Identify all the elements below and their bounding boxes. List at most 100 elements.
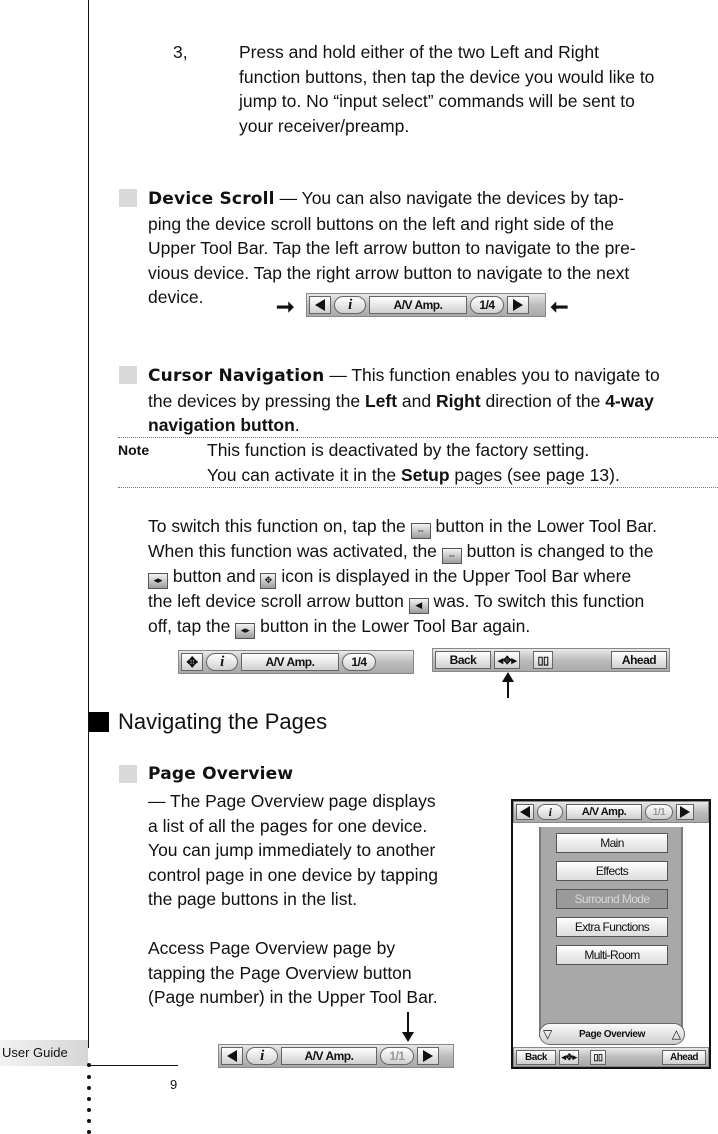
info-button[interactable]: i [206,653,238,671]
section-title: Navigating the Pages [118,709,328,734]
page-overview-button[interactable]: 1/1 [645,804,673,820]
page-button-extra-functions[interactable]: Extra Functions [556,917,668,937]
device-scroll-left-button[interactable] [309,296,331,314]
text-span: button is changed to the [461,541,654,561]
page-button-multi-room[interactable]: Multi-Room [556,945,668,965]
page-button-effects[interactable]: Effects [556,861,668,881]
text-line: tapping the Page Overview button [148,962,412,983]
cursor-navigation-heading: Cursor Navigation [148,366,325,386]
footer-rule [88,1065,178,1066]
book-icon[interactable]: ▯▯ [533,651,553,669]
text-span: To switch this function on, tap the [148,516,411,536]
device-name-button[interactable]: A/V Amp. [566,804,642,820]
footer-dot [87,1097,91,1101]
text-line: control page in one device by tapping [148,864,438,885]
switch-instructions: To switch this function on, tap the ⇔ bu… [148,514,718,639]
subsection-marker [119,765,137,783]
text-span: was. To switch this function [428,591,645,611]
text-span: Right [435,390,481,411]
upper-tool-bar-page-overview: i A/V Amp. 1/1 [218,1044,454,1068]
device-mode-icon: ◂▸ [235,623,256,639]
text-line: (Page number) in the Upper Tool Bar. [148,987,438,1007]
text-span: direction of the [480,390,606,411]
text-line: vious device. Tap the right arrow button… [148,262,630,283]
page-overview-button[interactable]: 1/1 [380,1047,414,1065]
device-name-button[interactable]: A/V Amp. [369,296,467,314]
cursor-mode-toggle-button[interactable]: ◂✥▸ [559,1049,579,1065]
footer-dot [87,1063,91,1067]
cursor-navigation-section: Cursor Navigation — This function enable… [148,363,718,438]
device-scroll-left-button[interactable] [516,804,534,820]
right-arrow-icon [423,1050,433,1062]
text-span: icon is displayed in the Upper Tool Bar … [276,566,632,586]
device-name-button[interactable]: A/V Amp. [241,653,339,671]
section-marker [89,712,109,732]
footer-dot [87,1130,91,1134]
device-scroll-left-button[interactable] [221,1047,243,1065]
text-line: Upper Tool Bar. Tap the left arrow butto… [148,238,636,258]
text-line: To switch this function on, tap the ⇔ bu… [148,514,718,539]
cursor-mode-toggle-button[interactable]: ◂✥▸ [494,651,520,669]
text-line: This function is deactivated by the fact… [207,440,590,460]
ahead-button[interactable]: Ahead [662,1049,706,1065]
page-button-main[interactable]: Main [556,833,668,853]
pointer-arrow-down-head [402,1032,414,1042]
device-scroll-right-button[interactable] [676,804,694,820]
text-span: Setup [400,464,450,485]
text-line: the devices by pressing the Left and Rig… [148,389,718,414]
text-line: your receiver/preamp. [239,115,410,136]
scroll-up-button[interactable]: △ [672,1027,681,1041]
text-span: You can activate it in the [207,464,401,485]
device-name-button[interactable]: A/V Amp. [281,1047,377,1065]
upper-tool-bar-example: i A/V Amp. 1/4 [306,293,546,317]
text-line: navigation button. [148,413,718,438]
margin-rule [88,0,89,1048]
left-arrow-icon [520,806,530,818]
scroll-down-button[interactable]: ▽ [543,1027,552,1041]
page-overview-button[interactable]: 1/4 [470,296,504,314]
page-overview-heading: Page Overview [148,764,294,784]
four-way-cursor-icon: ✥ [260,573,277,589]
text-line: — The Page Overview page displays [148,791,436,811]
right-arrow-icon [513,299,523,311]
text-line: a list of all the pages for one device. [148,815,428,836]
subsection-marker [119,366,137,384]
page-number: 9 [170,1077,178,1092]
page-overview-label: Page Overview [579,1028,645,1040]
text-line: ping the device scroll buttons on the le… [148,213,614,234]
text-line: the left device scroll arrow button ◀ wa… [148,589,718,614]
page-overview-button[interactable]: 1/4 [342,653,376,671]
left-arrow-icon [227,1050,237,1062]
left-arrow-icon [315,299,325,311]
page-overview-bar: ▽ Page Overview △ [539,1023,685,1045]
back-button[interactable]: Back [435,651,491,669]
device-scroll-right-button[interactable] [417,1047,439,1065]
ahead-button[interactable]: Ahead [611,651,667,669]
right-arrow-icon [680,806,690,818]
text-line: Access Page Overview page by [148,938,396,958]
text-span: button in the Lower Tool Bar again. [255,616,531,636]
device-scroll-right-button[interactable] [507,296,529,314]
text-line: ◂▸ button and ✥ icon is displayed in the… [148,564,718,589]
text-span: button and [168,566,261,586]
upper-tool-bar-cursor-mode: ✥ i A/V Amp. 1/4 [178,650,414,674]
footer-dot [87,1086,91,1090]
cursor-mode-icon: ⇔ [410,523,431,539]
text-span: 4-way [605,390,654,411]
book-icon[interactable]: ▯▯ [590,1049,606,1065]
info-button[interactable]: i [537,804,563,820]
back-button[interactable]: Back [516,1049,556,1065]
note-label: Note [118,442,150,458]
text-line: — This function enables you to navigate … [324,365,660,385]
text-line: off, tap the ◂▸ button in the Lower Tool… [148,614,718,639]
device-mode-icon: ◂▸ [148,573,168,589]
text-span: and [397,390,436,411]
cursor-mode-icon: ⇔ [441,548,462,564]
info-button[interactable]: i [334,296,366,314]
text-line: When this function was activated, the ⇔ … [148,539,718,564]
step-number: 3, [173,42,188,62]
text-line: function buttons, then tap the device yo… [239,66,655,87]
footer-dot [87,1075,91,1079]
page-button-surround-mode[interactable]: Surround Mode [556,889,668,909]
info-button[interactable]: i [246,1047,278,1065]
